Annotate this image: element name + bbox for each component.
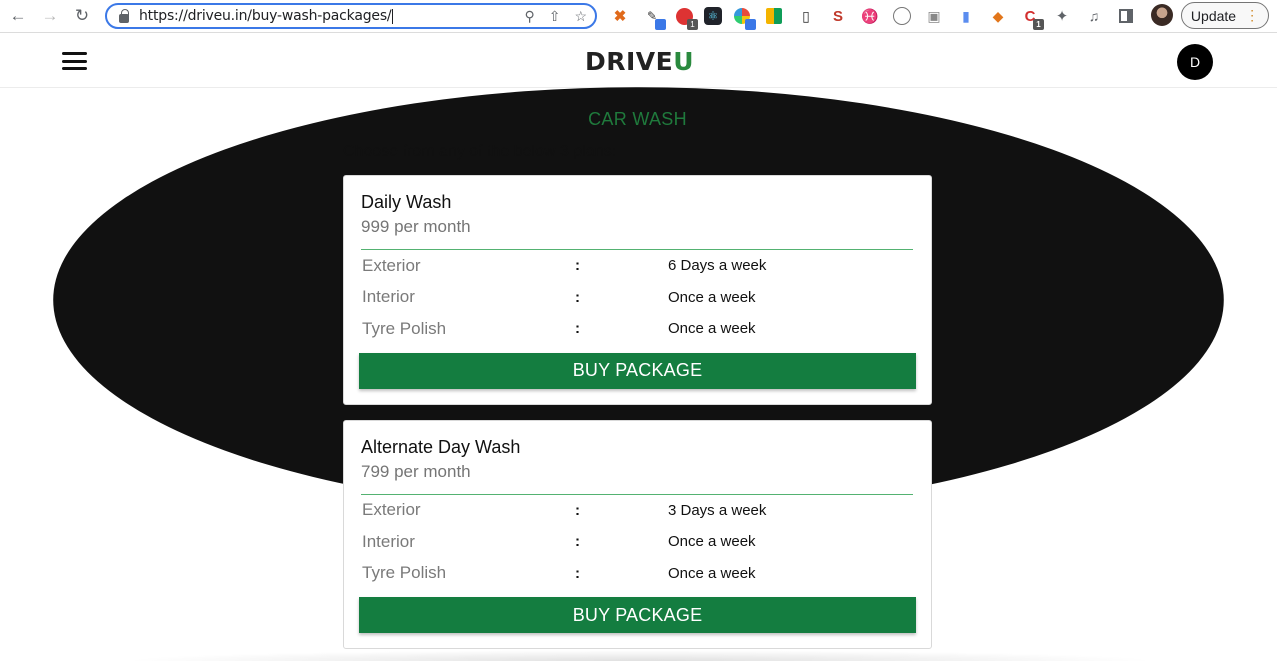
site-header: DRIVE U D: [0, 34, 1277, 513]
feature-label: Interior: [362, 287, 415, 307]
extension-eyedropper-icon[interactable]: ✎: [640, 5, 666, 30]
reload-icon[interactable]: ↻: [68, 2, 96, 30]
main-content: CAR WASH Choose from any of the below 3 …: [343, 88, 932, 649]
feature-label: Tyre Polish: [362, 563, 447, 583]
update-button[interactable]: Update ⋮: [1181, 2, 1269, 29]
feature-label: Exterior: [362, 255, 421, 275]
feature-value: Once a week: [668, 288, 756, 306]
extension-image-icon[interactable]: ▣: [922, 5, 946, 27]
feature-separator: :: [575, 320, 580, 338]
extension-adblock-icon[interactable]: 1: [672, 5, 698, 30]
feature-label: Exterior: [362, 500, 421, 520]
extension-s-icon[interactable]: S: [826, 5, 850, 27]
plan-card-alternate-day-wash: Alternate Day Wash 799 per month Exterio…: [343, 419, 932, 649]
plan-name: Alternate Day Wash: [361, 436, 521, 457]
feature-row-interior: Interior : Once a week: [361, 282, 915, 314]
plan-name: Daily Wash: [361, 192, 452, 212]
feature-value: Once a week: [668, 564, 756, 582]
feature-value: Once a week: [668, 533, 756, 551]
plan-price: 799 per month: [361, 461, 471, 481]
extension-colorful-icon[interactable]: [730, 5, 756, 30]
extension-react-icon[interactable]: ⚛: [704, 7, 722, 25]
page-title: CAR WASH: [588, 109, 687, 129]
more-menu-icon[interactable]: ⋮: [1245, 7, 1259, 24]
browser-profile-avatar[interactable]: [1151, 4, 1173, 26]
zoom-icon[interactable]: ⚲: [524, 8, 534, 25]
extension-badge: [745, 19, 756, 30]
extension-badge: 1: [1033, 19, 1044, 30]
plan-card-daily-wash: Daily Wash 999 per month Exterior : 6 Da…: [343, 175, 932, 405]
feature-separator: :: [575, 501, 580, 519]
extension-grid-icon[interactable]: [762, 5, 786, 27]
extension-x-icon[interactable]: ✖: [608, 5, 632, 27]
feature-row-tyre-polish: Tyre Polish : Once a week: [361, 558, 915, 590]
extension-badge: [655, 19, 666, 30]
extension-red-c-icon[interactable]: C1: [1018, 5, 1044, 30]
plan-price: 999 per month: [361, 217, 471, 236]
hamburger-menu-icon[interactable]: [62, 52, 87, 70]
feature-separator: :: [575, 288, 580, 306]
extension-bottle-icon[interactable]: ♓: [858, 5, 882, 27]
feature-separator: :: [575, 564, 580, 582]
feature-label: Interior: [362, 531, 415, 551]
feature-value: Once a week: [668, 320, 756, 338]
extension-circle-icon[interactable]: [890, 5, 914, 27]
extension-phone-icon[interactable]: ▯: [794, 5, 818, 27]
share-icon[interactable]: ⇧: [549, 8, 561, 25]
feature-row-interior: Interior : Once a week: [361, 526, 915, 558]
feature-separator: :: [575, 533, 580, 551]
footer-shadow: [120, 650, 1160, 661]
extension-doc-icon[interactable]: ▮: [954, 5, 978, 27]
feature-row-exterior: Exterior : 6 Days a week: [361, 250, 915, 282]
feature-value: 3 Days a week: [668, 501, 767, 519]
extensions-puzzle-icon[interactable]: ✦: [1050, 5, 1074, 27]
logo-text: DRIVE: [585, 47, 674, 76]
side-panel-icon[interactable]: [1114, 5, 1138, 27]
feature-row-exterior: Exterior : 3 Days a week: [361, 495, 915, 527]
extensions-bar: ✖ ✎ 1 ⚛ ▯ S ♓ ▣ ▮ ◆ C1 ✦ ♫: [608, 5, 1138, 30]
buy-package-button[interactable]: BUY PACKAGE: [359, 597, 916, 633]
feature-separator: :: [575, 257, 580, 275]
back-arrow-icon[interactable]: ←: [4, 2, 32, 30]
feature-value: 6 Days a week: [668, 257, 767, 275]
forward-arrow-icon[interactable]: →: [36, 2, 64, 30]
address-bar[interactable]: https://driveu.in/buy-wash-packages/ ⚲ ⇧…: [105, 3, 597, 29]
feature-label: Tyre Polish: [362, 318, 447, 338]
lock-icon: [119, 8, 129, 23]
extension-badge: 1: [687, 19, 698, 30]
plans-intro: Choose from any of the below 3 plans:: [343, 143, 617, 160]
update-label: Update: [1190, 7, 1237, 24]
feature-row-tyre-polish: Tyre Polish : Once a week: [361, 313, 915, 345]
extension-metamask-icon[interactable]: ◆: [986, 5, 1010, 27]
logo-accent: U: [673, 47, 695, 76]
driveu-logo[interactable]: DRIVE U: [585, 44, 694, 76]
user-avatar[interactable]: D: [1177, 44, 1213, 80]
browser-toolbar: ← → ↻ https://driveu.in/buy-wash-package…: [0, 0, 1277, 33]
buy-package-button[interactable]: BUY PACKAGE: [359, 352, 916, 389]
media-control-icon[interactable]: ♫: [1082, 5, 1106, 27]
url-text[interactable]: https://driveu.in/buy-wash-packages/: [139, 8, 393, 24]
bookmark-star-icon[interactable]: ☆: [574, 8, 587, 25]
